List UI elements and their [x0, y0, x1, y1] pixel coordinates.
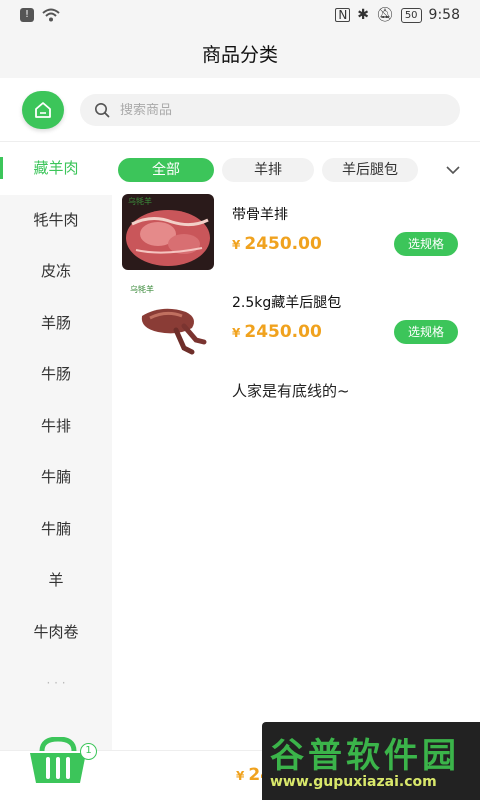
- category-item-partial[interactable]: · · ·: [0, 658, 112, 710]
- category-item-yak-meat[interactable]: 牦牛肉: [0, 195, 112, 247]
- category-sidebar: 藏羊肉 牦牛肉 皮冻 羊肠 牛肠 牛排 牛腩 牛腩 羊 牛肉卷 · · ·: [0, 143, 112, 750]
- mute-icon: 🔕︎: [376, 7, 394, 23]
- tab-all[interactable]: 全部: [118, 158, 214, 182]
- notification-icon: !: [20, 8, 34, 22]
- product-item[interactable]: 乌牦羊 2.5kg藏羊后腿包 ¥2450.00 选规格: [116, 282, 480, 362]
- select-spec-button[interactable]: 选规格: [394, 320, 458, 344]
- battery-icon: 50: [400, 7, 422, 23]
- category-item-beef-brisket-2[interactable]: 牛腩: [0, 504, 112, 556]
- filter-tabs: 全部 羊排 羊后腿包: [116, 150, 480, 186]
- watermark: 谷普软件园 www.gupuxiazai.com: [262, 722, 480, 800]
- category-item-lamb[interactable]: 羊: [0, 555, 112, 607]
- basket-icon: [30, 736, 86, 783]
- home-button[interactable]: [22, 91, 64, 129]
- tab-lamb-ribs[interactable]: 羊排: [222, 158, 314, 182]
- clock: 9:58: [428, 7, 460, 23]
- brand-logo: 乌牦羊: [130, 285, 154, 294]
- product-image: 乌牦羊: [122, 194, 214, 270]
- select-spec-button[interactable]: 选规格: [394, 232, 458, 256]
- category-item-beef-brisket[interactable]: 牛腩: [0, 452, 112, 504]
- wifi-icon: [42, 8, 60, 22]
- category-item-beef-intestine[interactable]: 牛肠: [0, 349, 112, 401]
- category-item-beef-roll[interactable]: 牛肉卷: [0, 607, 112, 659]
- product-image: 乌牦羊: [122, 282, 214, 358]
- end-of-list-note: 人家是有底线的~: [232, 382, 350, 400]
- search-input[interactable]: [120, 102, 420, 118]
- home-icon: [35, 102, 51, 118]
- search-icon: [95, 103, 110, 118]
- chevron-down-icon: [446, 165, 460, 174]
- product-price: ¥2450.00: [232, 234, 322, 254]
- search-bar[interactable]: [80, 94, 460, 126]
- watermark-url: www.gupuxiazai.com: [270, 774, 437, 790]
- bluetooth-icon: ✱: [357, 7, 370, 23]
- nfc-icon: N: [335, 8, 351, 22]
- status-bar: ! N ✱ 🔕︎ 50 9:58: [0, 0, 480, 32]
- category-item-aspic[interactable]: 皮冻: [0, 246, 112, 298]
- product-item[interactable]: 乌牦羊 带骨羊排 ¥2450.00 选规格: [116, 194, 480, 274]
- product-name: 带骨羊排: [232, 207, 288, 223]
- category-item-tibetan-lamb[interactable]: 藏羊肉: [0, 143, 112, 195]
- product-name: 2.5kg藏羊后腿包: [232, 295, 342, 311]
- product-price: ¥2450.00: [232, 322, 322, 342]
- category-item-beef-steak[interactable]: 牛排: [0, 401, 112, 453]
- cart-count-badge: 1: [80, 743, 97, 760]
- watermark-title: 谷普软件园: [270, 736, 460, 776]
- tab-lamb-hind-leg[interactable]: 羊后腿包: [322, 158, 418, 182]
- cart-button[interactable]: [28, 736, 88, 785]
- search-row: [0, 78, 480, 142]
- brand-logo: 乌牦羊: [128, 197, 152, 206]
- category-item-lamb-intestine[interactable]: 羊肠: [0, 298, 112, 350]
- page-title: 商品分类: [0, 32, 480, 78]
- expand-tabs-button[interactable]: [442, 160, 464, 180]
